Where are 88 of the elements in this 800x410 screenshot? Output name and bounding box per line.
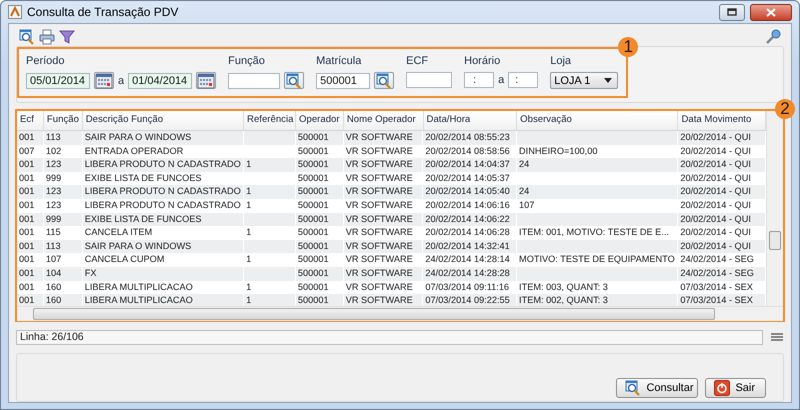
field-label: Matrícula [316,55,362,67]
date-field[interactable]: 01/04/2014 [128,72,192,88]
table-cell: 001 [17,240,44,254]
column-header[interactable]: Referência [244,111,296,130]
store-dropdown[interactable]: LOJA 1 [550,72,618,89]
table-cell: 001 [17,158,44,172]
ecf-field[interactable] [406,72,452,88]
key-icon[interactable] [765,29,781,45]
table-cell: 500001 [296,212,344,226]
table-cell: 123 [44,185,83,199]
callout-badge: 2 [775,99,795,119]
search-icon [625,380,642,396]
table-cell: 113 [44,131,83,145]
table-cell: 20/02/2014 14:32:41 [423,240,518,254]
table-cell: 24 [517,158,678,172]
table-cell: VR SOFTWARE [344,212,424,226]
table-cell: FX [82,266,244,281]
time-field[interactable]: : [464,72,494,88]
column-header[interactable]: Descrição Função [82,111,244,130]
table-cell: VR SOFTWARE [344,131,424,145]
separator-text: a [118,74,124,86]
column-header[interactable]: Data/Hora [424,111,518,130]
calendar-button[interactable] [94,72,114,89]
table-cell: 123 [44,158,83,172]
table-cell: 001 [17,266,44,281]
table-cell: 113 [44,240,83,254]
app-icon [8,5,22,19]
table-cell: VR SOFTWARE [344,185,424,199]
table-cell: 20/02/2014 08:55:23 [423,131,518,145]
search-icon[interactable] [19,29,35,45]
table-cell: VR SOFTWARE [344,266,424,281]
search-button[interactable] [374,72,394,89]
close-icon [766,8,776,16]
column-header[interactable]: Função [44,111,83,130]
field-label: Loja [550,55,572,67]
table-cell: 001 [17,212,44,226]
calendar-button[interactable] [196,72,216,89]
table-cell: 001 [17,185,44,199]
printer-icon[interactable] [39,29,55,45]
search-button[interactable] [284,72,304,89]
field-label: ECF [406,55,430,67]
exit-button[interactable]: Sair [705,378,766,398]
window-title: Consulta de Transação PDV [27,5,178,19]
table-cell: 1 [244,158,296,172]
restore-icon [727,8,737,16]
power-icon [714,380,730,396]
table-cell: 24 [517,185,678,199]
table-cell: 24/02/2014 14:28:28 [423,266,518,281]
table-cell: 104 [44,266,83,281]
horizontal-scrollbar[interactable] [17,306,783,321]
scrollbar-thumb[interactable] [769,231,782,250]
time-field[interactable]: : [508,72,538,88]
date-field[interactable]: 05/01/2014 [26,72,90,88]
table-cell: VR SOFTWARE [344,240,424,254]
column-header[interactable]: Nome Operador [344,111,424,130]
table-cell: SAIR PARA O WINDOWS [82,240,244,254]
separator-text: a [498,74,504,86]
restore-button[interactable] [719,4,745,20]
table-cell: 500001 [296,158,344,172]
field-label: Horário [464,55,502,67]
table-cell: 500001 [296,266,344,281]
table-cell: 500001 [296,240,344,254]
table-cell: VR SOFTWARE [344,158,424,172]
table-cell: 20/02/2014 14:06:22 [423,212,518,226]
table-cell: 001 [17,131,44,145]
table-cell: 1 [244,185,296,199]
field-label: Função [228,55,266,67]
table-cell: 999 [44,212,83,226]
callout-badge: 1 [618,37,638,57]
field-label: Período [26,55,66,67]
column-header[interactable]: Operador [296,111,344,130]
column-header[interactable]: Observação [517,111,678,130]
table-cell: SAIR PARA O WINDOWS [82,131,244,145]
registration-field[interactable]: 500001 [316,72,370,88]
table-cell: 500001 [296,131,344,145]
table-cell: EXIBE LISTA DE FUNCOES [82,212,244,226]
table-cell: LIBERA PRODUTO N CADASTRADO [82,158,244,172]
column-header[interactable]: Ecf [17,111,44,130]
table-cell: LIBERA PRODUTO N CADASTRADO [82,185,244,199]
function-field[interactable] [228,72,280,88]
close-button[interactable] [750,4,792,20]
caret-icon [604,78,612,83]
table-cell: 500001 [296,185,344,199]
search-button[interactable]: Consultar [616,378,698,398]
table-cell: 20/02/2014 14:04:37 [423,158,518,172]
menu-icon[interactable] [771,332,783,342]
table-cell: 20/02/2014 14:05:40 [423,185,518,199]
status-field: Linha: 26/106 [16,330,763,345]
